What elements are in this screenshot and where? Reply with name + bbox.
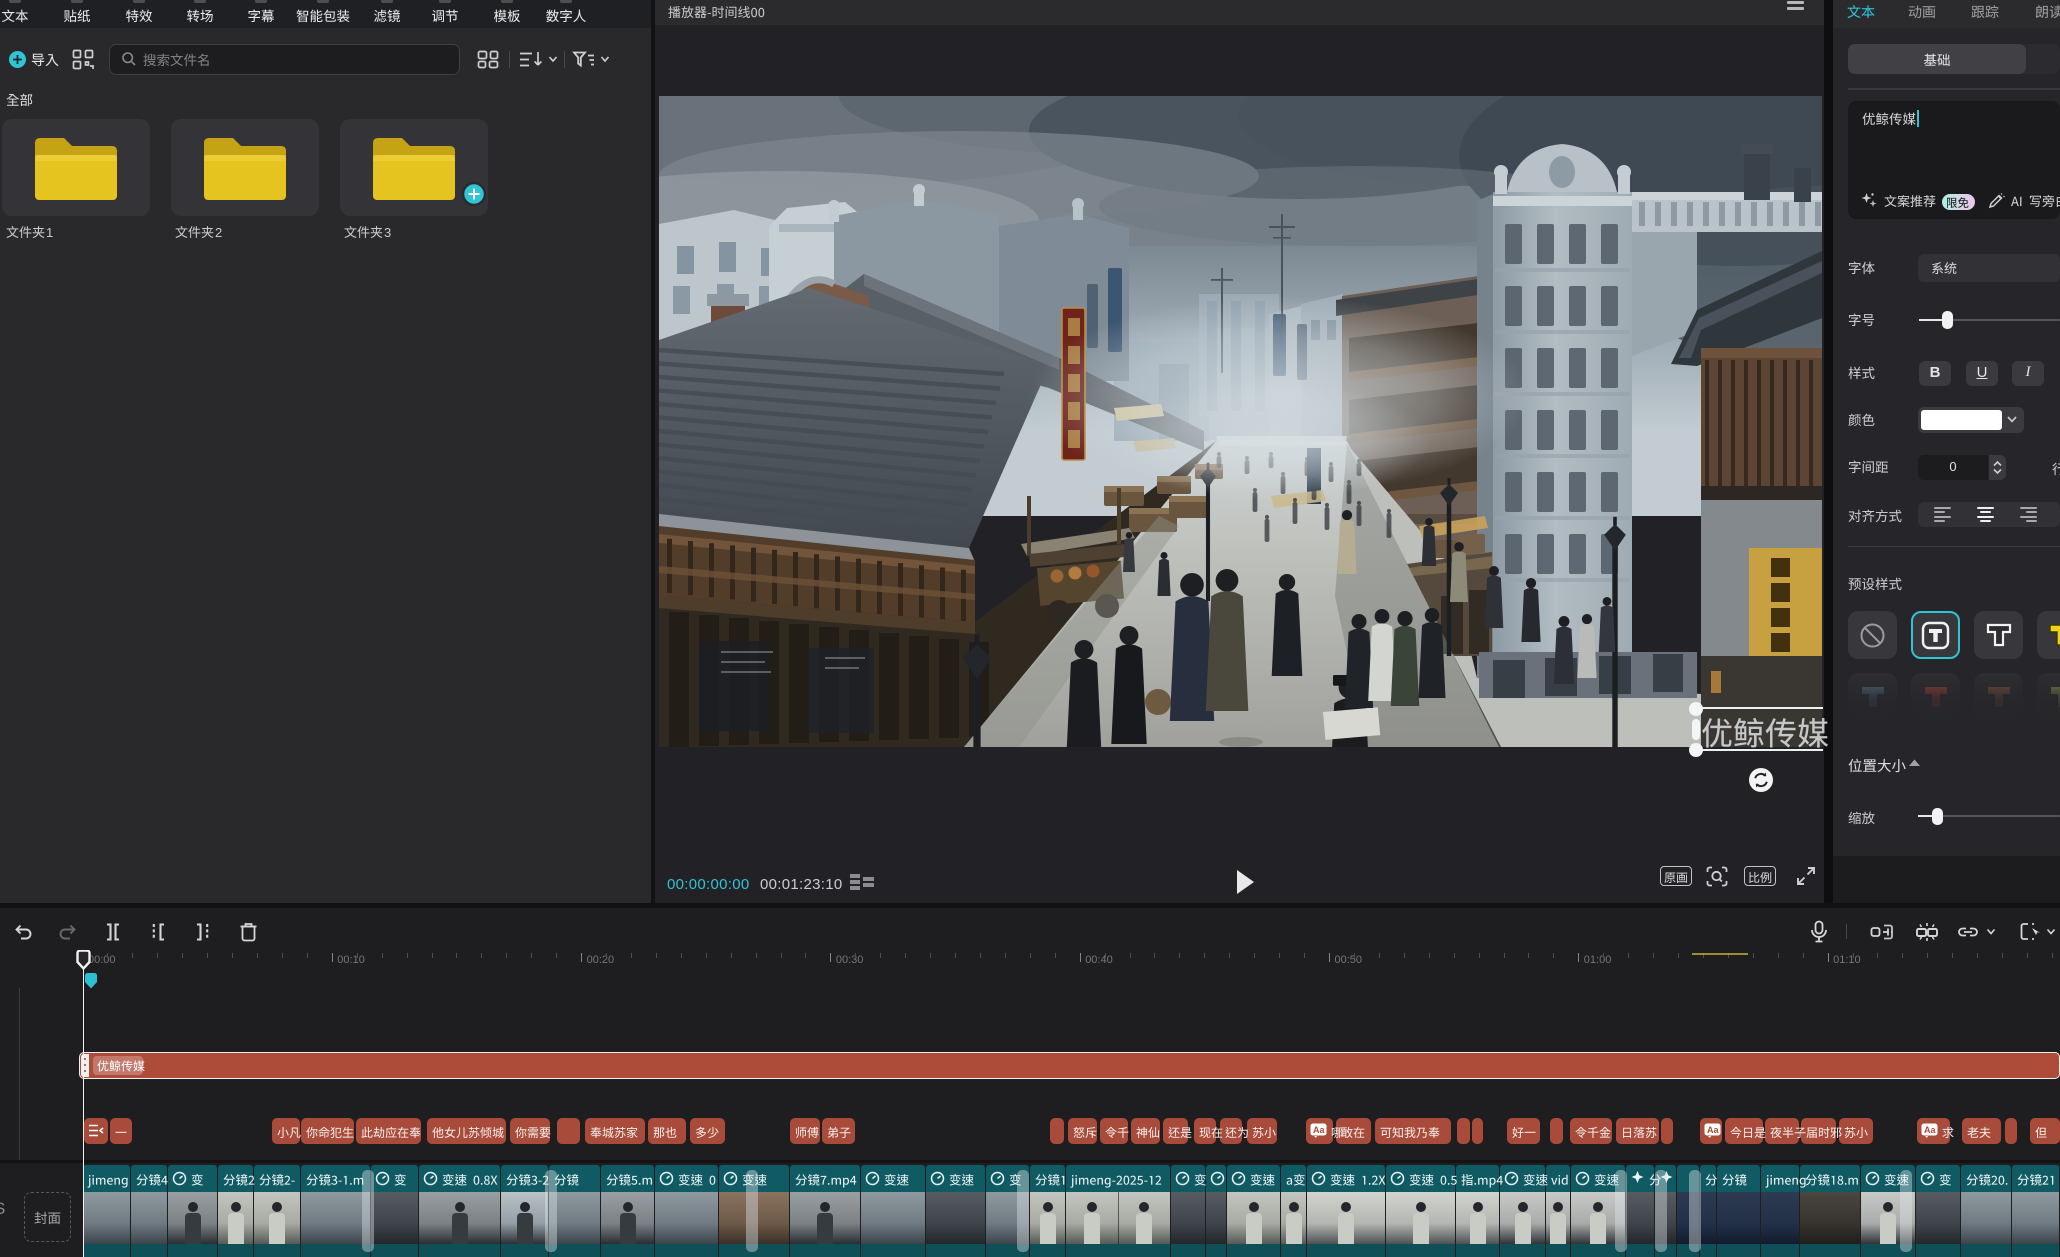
svg-text:Aa: Aa <box>1707 1125 1719 1135</box>
svg-text:Aa: Aa <box>1313 1125 1325 1135</box>
svg-text:Aa: Aa <box>1924 1125 1936 1135</box>
